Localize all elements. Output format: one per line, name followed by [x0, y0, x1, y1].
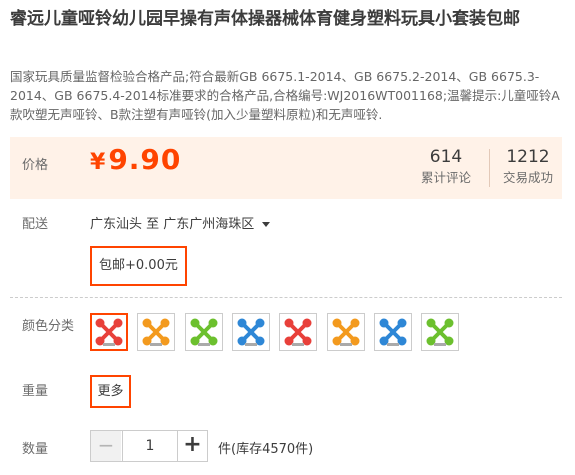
shipping-fee-option[interactable]: 包邮+0.00元: [90, 246, 187, 286]
dumbbell-icon: [426, 318, 454, 346]
color-swatch[interactable]: [137, 313, 175, 351]
weight-more-button[interactable]: 更多: [90, 375, 131, 408]
shipping-destination-dropdown[interactable]: 广东汕头 至 广东广州海珠区: [90, 213, 271, 232]
color-swatch[interactable]: [90, 313, 128, 351]
shipping-label: 配送: [22, 217, 49, 232]
reviews-stat[interactable]: 614 累计评论: [412, 146, 480, 188]
color-swatch[interactable]: [185, 313, 223, 351]
sold-count: 1212: [506, 147, 550, 167]
reviews-count: 614: [429, 147, 463, 167]
dumbbell-icon: [95, 318, 123, 346]
price-panel: 价格 ¥9.90 614 累计评论 1212 交易成功: [10, 137, 562, 199]
reviews-label: 累计评论: [420, 170, 471, 185]
shipping-route: 广东汕头 至 广东广州海珠区: [90, 217, 255, 232]
dumbbell-icon: [237, 318, 265, 346]
color-swatch[interactable]: [232, 313, 270, 351]
quantity-input[interactable]: 1: [122, 431, 178, 461]
dumbbell-icon: [190, 318, 218, 346]
quantity-decrease-button[interactable]: −: [91, 431, 121, 461]
quantity-label: 数量: [22, 442, 49, 457]
stock-info: 件(库存4570件): [218, 442, 314, 457]
color-swatch[interactable]: [421, 313, 459, 351]
product-title: 睿远儿童哑铃幼儿园早操有声体操器械体育健身塑料玩具小套装包邮: [10, 9, 520, 29]
product-subtitle: 国家玩具质量监督检验合格产品;符合最新GB 6675.1-2014、GB 667…: [10, 69, 560, 122]
color-swatch[interactable]: [374, 313, 412, 351]
color-options-label: 颜色分类: [22, 319, 75, 334]
color-swatch[interactable]: [327, 313, 365, 351]
currency-symbol: ¥: [90, 150, 106, 175]
dumbbell-icon: [284, 318, 312, 346]
section-divider: [10, 297, 562, 298]
price-label: 价格: [22, 158, 49, 173]
dumbbell-icon: [379, 318, 407, 346]
quantity-stepper: − 1 +: [90, 430, 208, 462]
chevron-down-icon: [262, 222, 271, 227]
stat-divider: [489, 149, 490, 187]
dumbbell-icon: [332, 318, 360, 346]
sold-label: 交易成功: [502, 170, 553, 185]
price-amount: 9.90: [108, 143, 182, 176]
sold-stat[interactable]: 1212 交易成功: [492, 146, 564, 188]
price-value: ¥9.90: [90, 143, 181, 176]
dumbbell-icon: [142, 318, 170, 346]
weight-label: 重量: [22, 384, 49, 399]
color-swatch[interactable]: [279, 313, 317, 351]
quantity-increase-button[interactable]: +: [178, 431, 207, 461]
